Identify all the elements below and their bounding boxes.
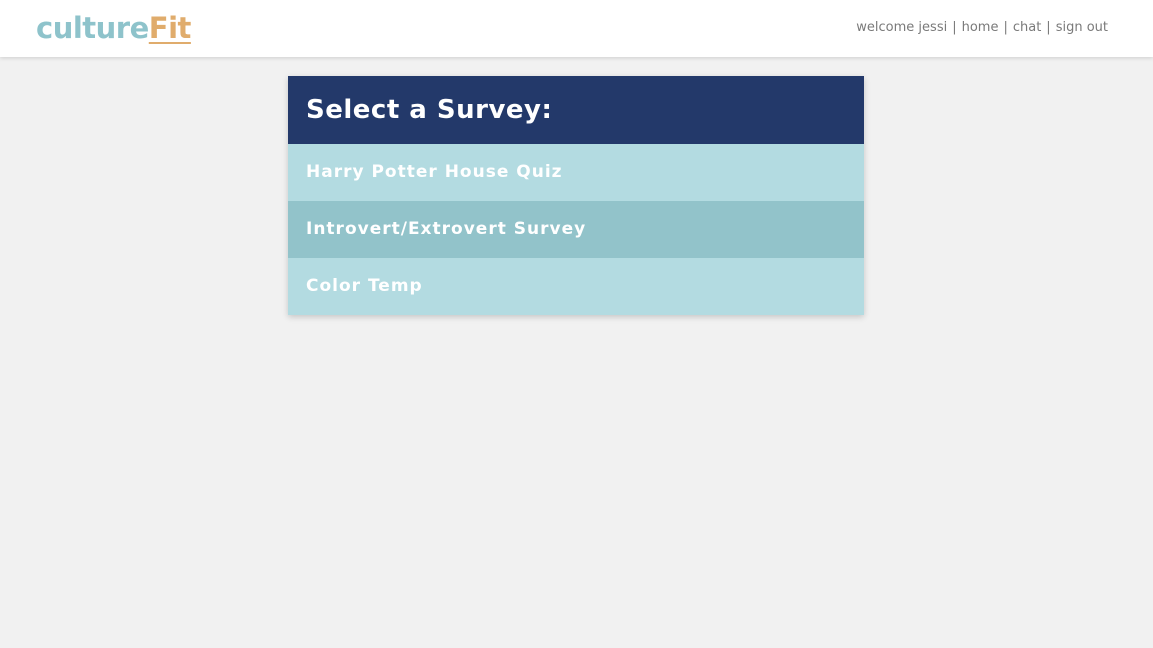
logo-text-culture: culture	[36, 11, 149, 45]
home-link[interactable]: home	[962, 20, 999, 35]
culturefit-logo[interactable]: cultureFit	[36, 10, 191, 46]
survey-panel-title: Select a Survey:	[288, 76, 864, 144]
welcome-link[interactable]: welcome jessi	[856, 20, 947, 35]
survey-item-color-temp[interactable]: Color Temp	[288, 258, 864, 315]
nav-separator: |	[1003, 20, 1008, 35]
nav-separator: |	[952, 20, 957, 35]
user-nav: welcome jessi | home | chat | sign out	[856, 19, 1108, 37]
top-navbar: cultureFit welcome jessi | home | chat | sign …	[0, 0, 1153, 57]
nav-separator: |	[1046, 20, 1051, 35]
survey-select-panel: Select a Survey: Harry Potter House Quiz…	[288, 76, 864, 315]
survey-item-introvert-extrovert-survey[interactable]: Introvert/Extrovert Survey	[288, 201, 864, 258]
chat-link[interactable]: chat	[1013, 20, 1041, 35]
sign-out-link[interactable]: sign out	[1056, 20, 1108, 35]
logo-text-fit: Fit	[148, 11, 192, 45]
survey-item-harry-potter-house-quiz[interactable]: Harry Potter House Quiz	[288, 144, 864, 201]
